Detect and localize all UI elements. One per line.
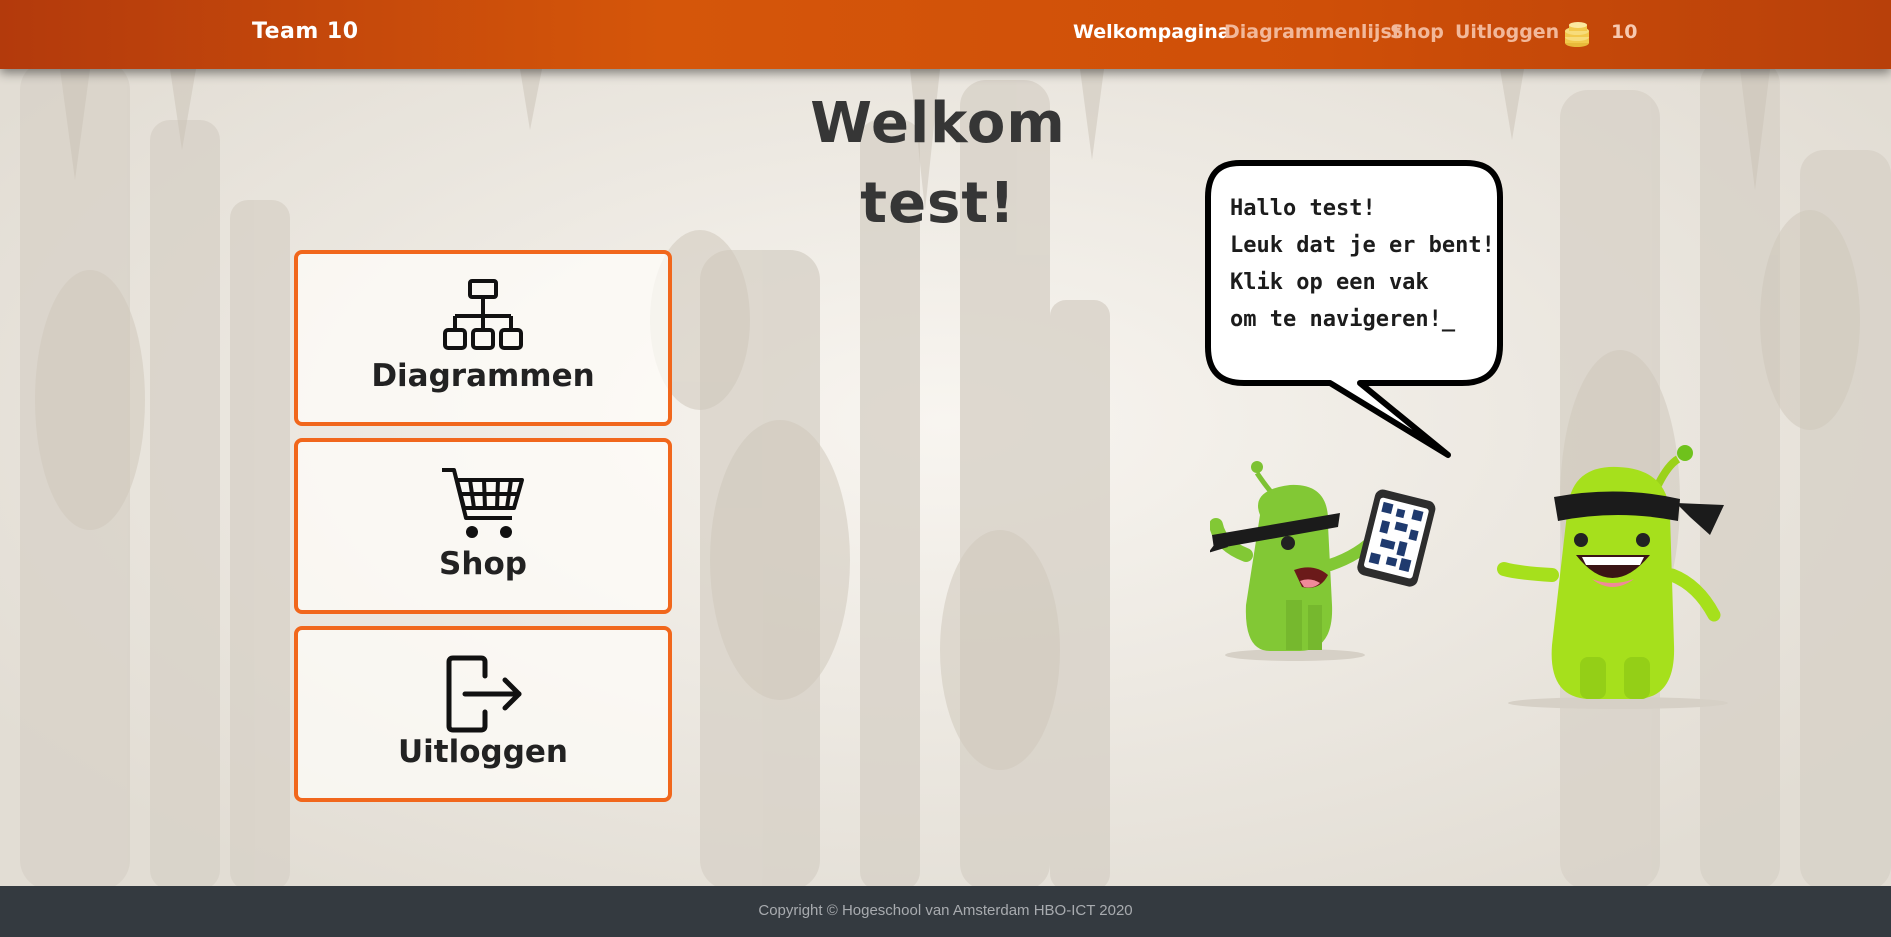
nav-link-uitloggen[interactable]: Uitloggen: [1455, 21, 1559, 43]
tile-label-diagrammen: Diagrammen: [371, 358, 595, 394]
title-line-1: Welkom: [810, 91, 1066, 156]
nav-link-welkompagina[interactable]: Welkompagina: [1073, 21, 1231, 43]
footer-copyright: Copyright © Hogeschool van Amsterdam HBO…: [758, 902, 1133, 919]
nav-link-diagrammenlijst[interactable]: Diagrammenlijst: [1224, 21, 1401, 43]
coin-count: 10: [1611, 21, 1638, 43]
tile-shop[interactable]: Shop: [294, 438, 672, 614]
footer: Copyright © Hogeschool van Amsterdam HBO…: [0, 886, 1891, 937]
tile-diagrammen[interactable]: Diagrammen: [294, 250, 672, 426]
navbar: Team 10 Welkompagina Diagrammenlijst Sho…: [0, 0, 1891, 69]
page-title: Welkom test!: [760, 84, 1116, 244]
speech-line-1: Hallo test!: [1230, 196, 1376, 221]
nav-link-shop[interactable]: Shop: [1390, 21, 1444, 43]
speech-line-2: Leuk dat je er bent!: [1230, 233, 1495, 258]
tile-label-uitloggen: Uitloggen: [397, 734, 568, 770]
speech-text: Hallo test! Leuk dat je er bent! Klik op…: [1230, 190, 1520, 338]
speech-line-3: Klik op een vak: [1230, 270, 1429, 295]
title-line-2: test!: [860, 171, 1016, 236]
tile-label-shop: Shop: [439, 546, 527, 582]
monster-with-tablet-illustration: [1210, 461, 1436, 661]
sitemap-icon: [443, 279, 523, 350]
coin-stack-icon: [1565, 22, 1589, 47]
green-monster-illustration: [1497, 445, 1728, 709]
tile-uitloggen[interactable]: Uitloggen: [294, 626, 672, 802]
speech-line-4: om te navigeren!_: [1230, 307, 1456, 332]
logout-icon: [446, 655, 522, 733]
brand-logo[interactable]: Team 10: [252, 19, 359, 44]
shopping-cart-icon: [442, 468, 524, 538]
